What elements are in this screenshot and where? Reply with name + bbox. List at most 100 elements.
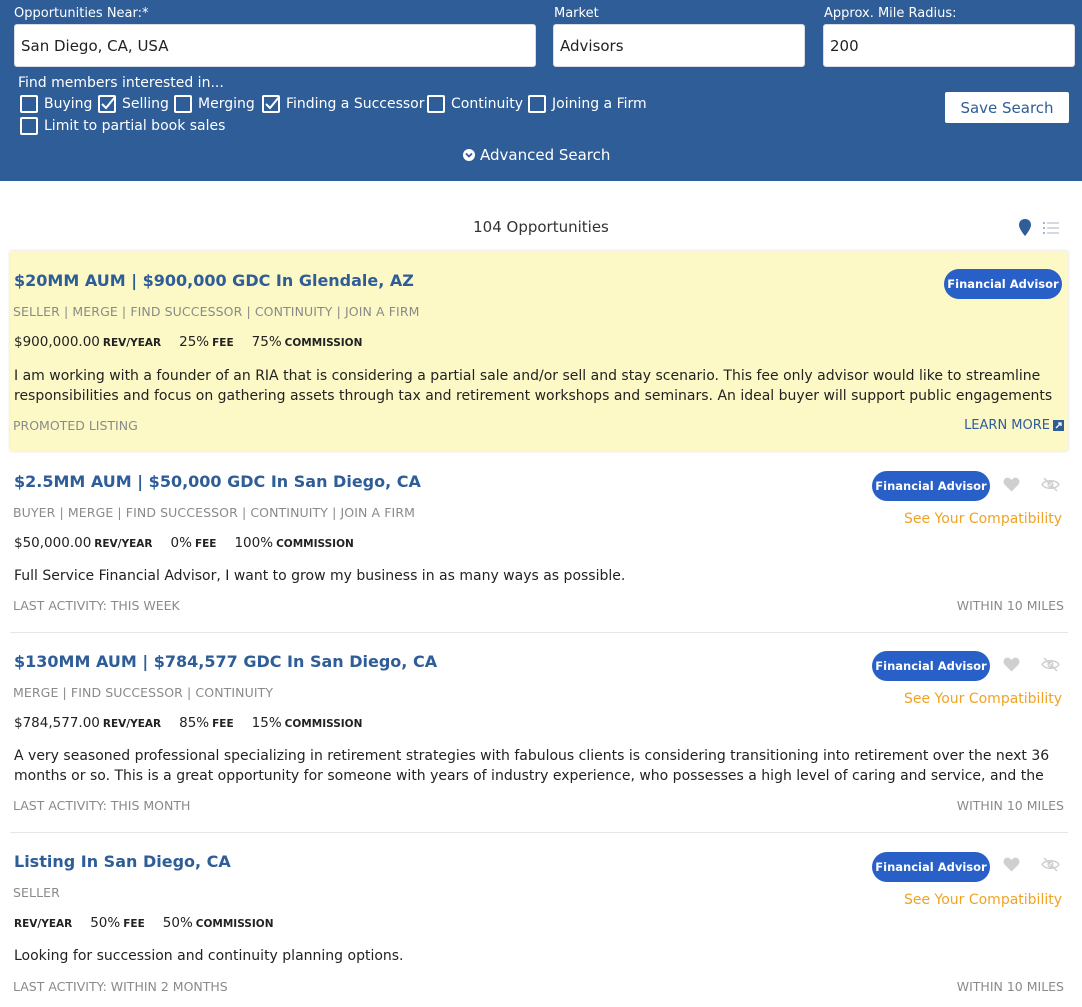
distance-label: WITHIN 10 MILES — [956, 798, 1064, 813]
commission-unit: COMMISSION — [284, 718, 363, 730]
eye-slash-icon[interactable] — [1041, 657, 1060, 672]
listing-title[interactable]: $20MM AUM | $900,000 GDC In Glendale, AZ — [14, 271, 414, 290]
checkbox-joining-firm-label: Joining a Firm — [552, 96, 647, 112]
location-input[interactable] — [14, 24, 536, 67]
checkbox-buying-box[interactable] — [20, 95, 38, 113]
advanced-search-label: Advanced Search — [480, 146, 611, 164]
radius-label: Approx. Mile Radius: — [824, 6, 957, 21]
heart-icon[interactable] — [1003, 857, 1020, 872]
fee-value: 0% — [170, 535, 192, 551]
checkbox-buying-label: Buying — [44, 96, 93, 112]
listing-roles: BUYER | MERGE | FIND SUCCESSOR | CONTINU… — [13, 505, 415, 520]
commission-value: 75% — [251, 334, 282, 350]
listing-card[interactable]: $20MM AUM | $900,000 GDC In Glendale, AZ… — [10, 251, 1068, 451]
learn-more-link[interactable]: LEARN MORE — [964, 418, 1064, 433]
promoted-label: PROMOTED LISTING — [13, 418, 138, 433]
compatibility-link[interactable]: See Your Compatibility — [904, 511, 1062, 527]
listing-title[interactable]: $2.5MM AUM | $50,000 GDC In San Diego, C… — [14, 472, 421, 491]
market-input[interactable] — [553, 24, 805, 67]
eye-slash-icon[interactable] — [1041, 477, 1060, 492]
commission-value: 50% — [162, 915, 193, 931]
fee-unit: FEE — [212, 337, 234, 349]
checkbox-merging[interactable]: Merging — [174, 95, 255, 113]
external-link-icon — [1053, 420, 1064, 431]
market-label: Market — [554, 6, 599, 21]
checkbox-continuity-box[interactable] — [427, 95, 445, 113]
checkbox-selling[interactable]: Selling — [98, 95, 169, 113]
radius-input[interactable] — [823, 24, 1075, 67]
checkbox-partial-book[interactable]: Limit to partial book sales — [20, 117, 225, 135]
checkbox-finding-successor-box[interactable] — [262, 95, 280, 113]
revenue-value: $50,000.00 — [14, 535, 92, 551]
listing-title[interactable]: $130MM AUM | $784,577 GDC In San Diego, … — [14, 652, 437, 671]
revenue-unit: REV/YEAR — [14, 918, 73, 930]
commission-unit: COMMISSION — [195, 918, 274, 930]
heart-icon[interactable] — [1003, 477, 1020, 492]
map-pin-icon[interactable] — [1018, 219, 1032, 237]
find-members-label: Find members interested in... — [18, 75, 224, 91]
checkbox-joining-firm-box[interactable] — [528, 95, 546, 113]
listing-roles: MERGE | FIND SUCCESSOR | CONTINUITY — [13, 685, 274, 700]
listing-stats: $784,577.00 REV/YEAR 85% FEE 15% COMMISSION — [14, 715, 362, 731]
eye-slash-icon[interactable] — [1041, 857, 1060, 872]
listing-roles: SELLER | MERGE | FIND SUCCESSOR | CONTIN… — [13, 304, 420, 319]
listing-description: A very seasoned professional specializin… — [14, 748, 1050, 784]
last-activity: LAST ACTIVITY: WITHIN 2 MONTHS — [13, 979, 228, 994]
revenue-unit: REV/YEAR — [102, 337, 162, 349]
financial-advisor-badge[interactable]: Financial Advisor — [944, 269, 1062, 299]
checkbox-selling-label: Selling — [122, 96, 169, 112]
revenue-value: $784,577.00 — [14, 715, 100, 731]
checkbox-merging-box[interactable] — [174, 95, 192, 113]
distance-label: WITHIN 10 MILES — [956, 979, 1064, 994]
fee-value: 85% — [179, 715, 210, 731]
checkmark-icon — [265, 96, 280, 110]
listing-title[interactable]: Listing In San Diego, CA — [14, 852, 231, 871]
checkbox-partial-book-label: Limit to partial book sales — [44, 118, 226, 134]
location-label: Opportunities Near:* — [14, 6, 149, 21]
commission-value: 15% — [251, 715, 282, 731]
checkbox-joining-firm[interactable]: Joining a Firm — [528, 95, 647, 113]
checkbox-buying[interactable]: Buying — [20, 95, 92, 113]
learn-more-label: LEARN MORE — [964, 418, 1050, 433]
checkbox-finding-successor[interactable]: Finding a Successor — [262, 95, 425, 113]
commission-unit: COMMISSION — [284, 337, 363, 349]
listing-card[interactable]: $130MM AUM | $784,577 GDC In San Diego, … — [10, 633, 1068, 833]
last-activity: LAST ACTIVITY: THIS WEEK — [13, 598, 180, 613]
checkbox-partial-book-box[interactable] — [20, 117, 38, 135]
listing-card[interactable]: $2.5MM AUM | $50,000 GDC In San Diego, C… — [10, 452, 1068, 633]
heart-icon[interactable] — [1003, 657, 1020, 672]
checkbox-continuity[interactable]: Continuity — [427, 95, 523, 113]
save-search-button[interactable]: Save Search — [945, 92, 1069, 123]
checkmark-icon — [101, 96, 116, 110]
list-view-icon[interactable] — [1043, 221, 1059, 235]
chevron-down-circle-icon — [463, 149, 475, 161]
commission-value: 100% — [234, 535, 274, 551]
checkbox-continuity-label: Continuity — [451, 96, 524, 112]
fee-value: 50% — [90, 915, 121, 931]
listing-stats: REV/YEAR 50% FEE 50% COMMISSION — [14, 915, 274, 931]
commission-unit: COMMISSION — [276, 538, 354, 550]
revenue-unit: REV/YEAR — [94, 538, 153, 550]
compatibility-link[interactable]: See Your Compatibility — [904, 691, 1062, 707]
listing-divider — [10, 832, 1068, 833]
financial-advisor-badge[interactable]: Financial Advisor — [872, 852, 990, 882]
listing-stats: $50,000.00 REV/YEAR 0% FEE 100% COMMISSION — [14, 535, 354, 551]
opportunity-count: 104 Opportunities — [473, 218, 609, 236]
checkbox-merging-label: Merging — [198, 96, 255, 112]
distance-label: WITHIN 10 MILES — [956, 598, 1064, 613]
listing-stats: $900,000.00 REV/YEAR 25% FEE 75% COMMISSION — [14, 334, 362, 350]
compatibility-link[interactable]: See Your Compatibility — [904, 892, 1062, 908]
advanced-search-toggle[interactable]: Advanced Search — [463, 146, 610, 164]
checkbox-finding-successor-label: Finding a Successor — [286, 96, 425, 112]
fee-unit: FEE — [194, 538, 217, 550]
listing-card[interactable]: Listing In San Diego, CA SELLER REV/YEAR… — [10, 834, 1068, 1007]
financial-advisor-badge[interactable]: Financial Advisor — [872, 651, 990, 681]
last-activity: LAST ACTIVITY: THIS MONTH — [13, 798, 191, 813]
search-panel: Opportunities Near:* Market Approx. Mile… — [0, 0, 1082, 181]
financial-advisor-badge[interactable]: Financial Advisor — [872, 471, 990, 501]
fee-value: 25% — [179, 334, 210, 350]
checkbox-selling-box[interactable] — [98, 95, 116, 113]
revenue-unit: REV/YEAR — [102, 718, 162, 730]
revenue-value: $900,000.00 — [14, 334, 100, 350]
fee-unit: FEE — [212, 718, 234, 730]
